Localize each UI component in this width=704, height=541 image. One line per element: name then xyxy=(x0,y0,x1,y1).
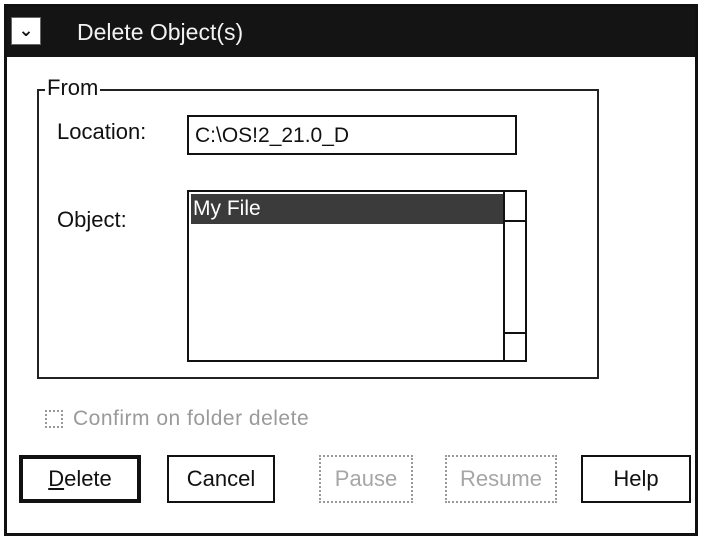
confirm-folder-delete-row: Confirm on folder delete xyxy=(45,407,309,431)
confirm-folder-delete-label: Confirm on folder delete xyxy=(73,407,310,430)
scroll-down-button[interactable] xyxy=(505,332,525,360)
title-bar: ⌄ Delete Object(s) xyxy=(7,7,695,57)
system-menu-icon[interactable]: ⌄ xyxy=(11,17,41,45)
location-field[interactable]: C:\OS!2_21.0_D xyxy=(187,115,517,155)
pause-button: Pause xyxy=(319,455,413,503)
list-item[interactable]: My File xyxy=(191,194,503,224)
delete-objects-dialog: ⌄ Delete Object(s) From Location: C:\OS!… xyxy=(4,4,698,536)
resume-button: Resume xyxy=(445,455,557,503)
button-bar: Delete Cancel Pause Resume Help xyxy=(7,455,695,515)
from-group-label: From xyxy=(45,75,101,101)
object-label: Object: xyxy=(57,207,127,232)
scroll-up-button[interactable] xyxy=(505,192,525,222)
object-listbox[interactable]: My File xyxy=(187,190,527,362)
delete-button-label: elete xyxy=(64,466,112,491)
listbox-scrollbar[interactable] xyxy=(503,192,525,360)
cancel-button[interactable]: Cancel xyxy=(167,455,275,503)
delete-mnemonic: D xyxy=(48,466,65,491)
confirm-folder-delete-checkbox xyxy=(45,410,63,428)
location-label: Location: xyxy=(57,119,147,144)
help-button[interactable]: Help xyxy=(581,455,691,503)
delete-button[interactable]: Delete xyxy=(19,455,141,503)
window-title: Delete Object(s) xyxy=(77,19,244,45)
